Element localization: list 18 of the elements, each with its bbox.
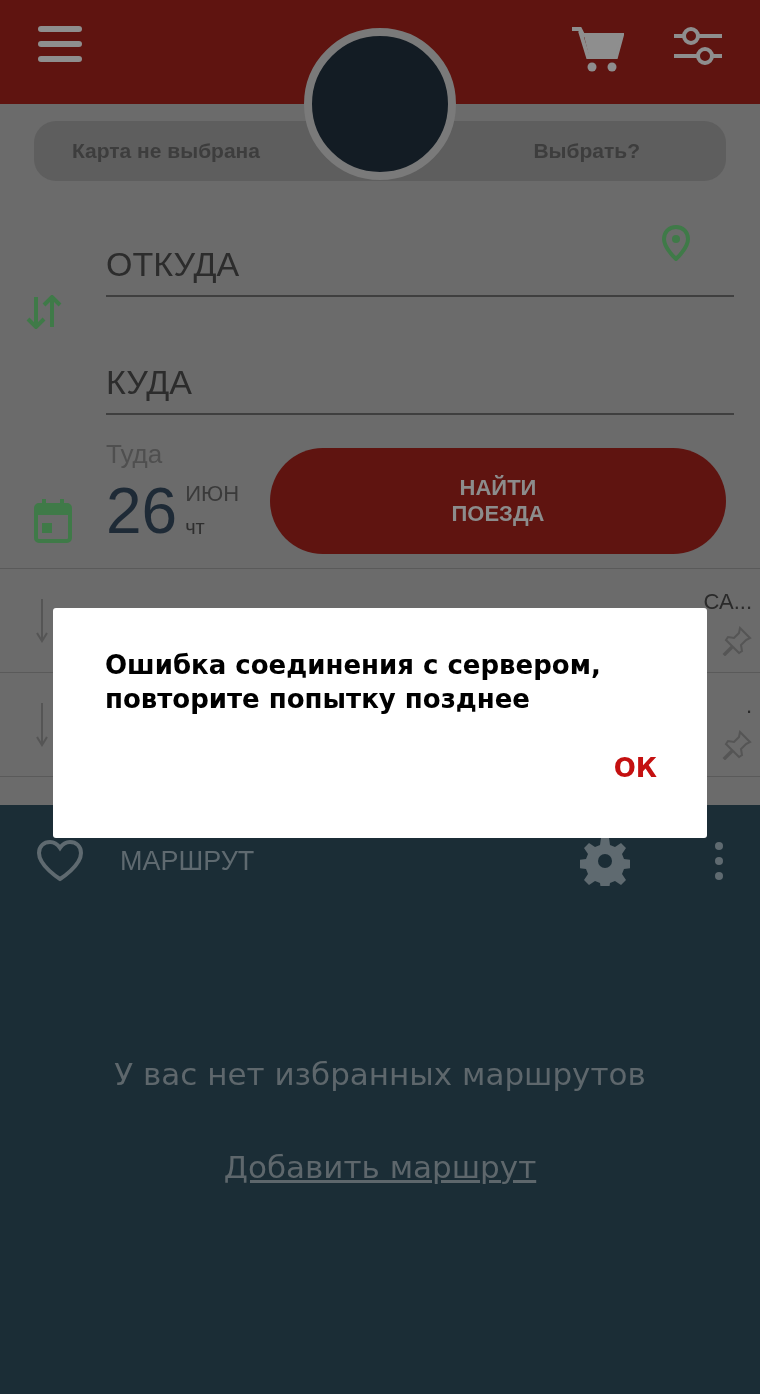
cart-icon[interactable] [572,26,624,72]
settings-icon[interactable] [580,836,630,886]
date-weekday: чт [185,517,206,537]
route-name: . [745,692,752,720]
filter-sliders-icon[interactable] [674,26,722,66]
route-name: СА... [703,588,752,616]
date-day[interactable]: 26 [106,479,178,543]
ok-button[interactable]: ОК [613,749,657,788]
more-options-icon[interactable] [714,841,724,881]
empty-favorites-message: У вас нет избранных маршрутов [114,1055,646,1094]
favorites-title: МАРШРУТ [120,844,255,878]
add-route-link[interactable]: Добавить маршрут [223,1143,537,1190]
find-trains-button[interactable]: НАЙТИ ПОЕЗДА [270,448,726,554]
from-field[interactable]: ОТКУДА [106,223,734,297]
menu-icon[interactable] [38,26,82,62]
error-message: Ошибка соединения с сервером, повторите попытку позднее [105,649,602,716]
to-field[interactable]: КУДА [106,341,734,415]
heart-icon[interactable] [36,840,84,882]
